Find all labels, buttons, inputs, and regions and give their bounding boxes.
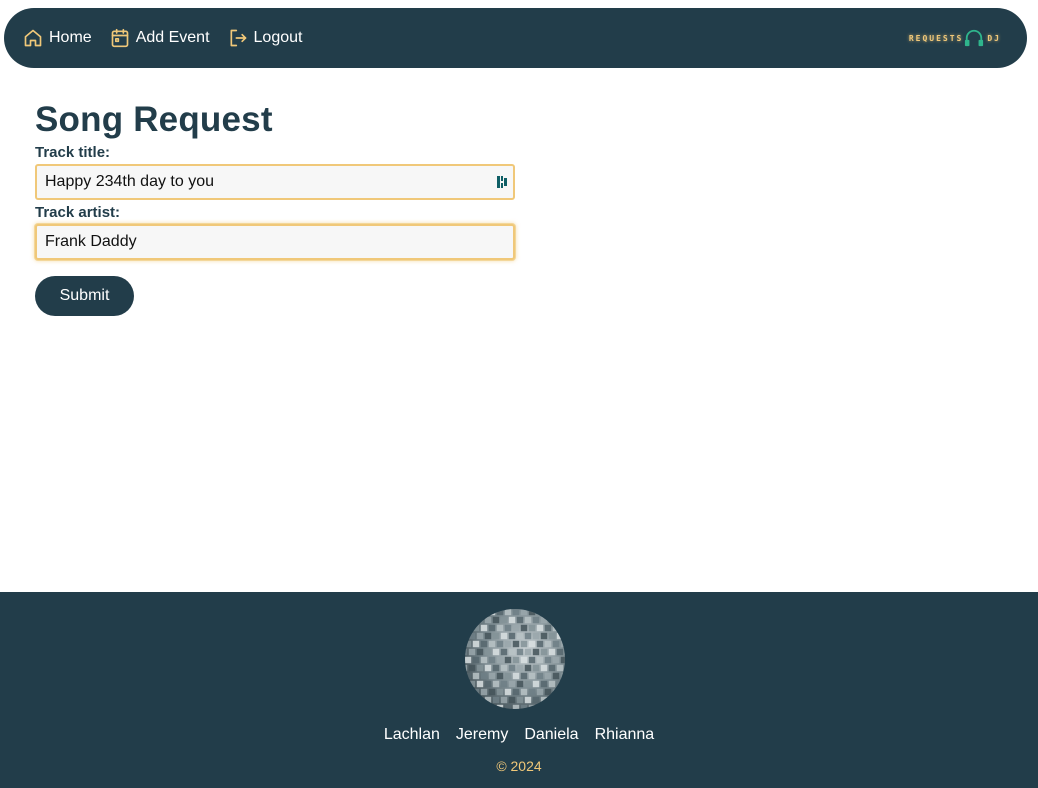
track-artist-field [35,224,515,260]
footer: Lachlan Jeremy Daniela Rhianna © 2024 [0,592,1038,788]
nav-logout-label: Logout [253,29,303,46]
song-request-form: Song Request Track title: Track artist: … [35,100,515,316]
track-title-field [35,164,515,200]
nav-logout-link[interactable]: Logout [228,28,303,48]
brand-logo[interactable]: REQUESTS DJ [909,24,1001,52]
disco-ball-icon [465,609,565,709]
nav-add-event-label: Add Event [135,29,210,46]
nav-add-event-link[interactable]: Add Event [110,27,210,49]
team-name: Daniela [524,726,579,743]
headphones-icon [965,29,984,47]
logout-icon [230,29,246,47]
copyright: © 2024 [496,758,542,774]
track-artist-label: Track artist: [35,204,121,221]
track-title-label: Track title: [35,144,111,161]
submit-button[interactable]: Submit [35,276,134,316]
password-manager-icon[interactable] [497,175,509,189]
home-icon [24,29,42,47]
brand-text-left: REQUESTS [908,33,964,43]
navbar: Home Add Event Logout REQUESTS DJ [4,8,1027,68]
nav-home-label: Home [49,29,92,46]
page-title: Song Request [35,100,273,139]
team-name: Lachlan [383,726,440,743]
team-name: Jeremy [455,726,509,743]
nav-home-link[interactable]: Home [23,28,92,48]
team-names: Lachlan Jeremy Daniela Rhianna [0,726,1038,744]
track-title-input[interactable] [35,164,515,200]
track-artist-input[interactable] [35,224,515,260]
team-name: Rhianna [594,726,655,743]
calendar-icon [111,28,129,48]
brand-text-right: DJ [987,33,1001,43]
